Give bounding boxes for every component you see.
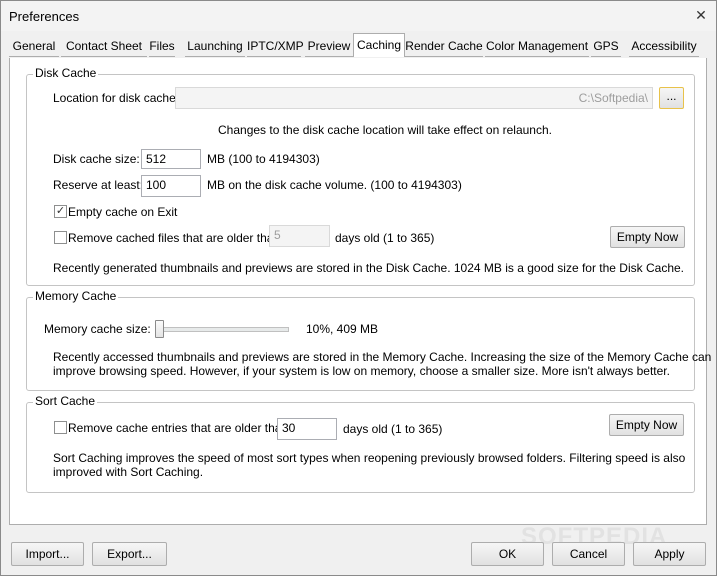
disk-cache-info: Recently generated thumbnails and previe… bbox=[53, 261, 684, 275]
memory-cache-size-readout: 10%, 409 MB bbox=[306, 322, 379, 336]
tab-preview[interactable]: Preview bbox=[305, 36, 353, 57]
tab-caching[interactable]: Caching bbox=[353, 33, 405, 57]
disk-cache-days-input[interactable]: 5 bbox=[269, 225, 330, 247]
sort-cache-group: Sort Cache Remove cache entries that are… bbox=[26, 394, 695, 493]
disk-cache-size-input[interactable]: 512 bbox=[141, 149, 201, 169]
memory-cache-size-label: Memory cache size: bbox=[44, 322, 151, 336]
memory-cache-info-line1: Recently accessed thumbnails and preview… bbox=[53, 350, 712, 364]
empty-on-exit-label: Empty cache on Exit bbox=[68, 205, 178, 219]
relaunch-note: Changes to the disk cache location will … bbox=[218, 123, 552, 137]
remove-cached-files-checkbox[interactable] bbox=[54, 231, 67, 244]
title-bar: Preferences ✕ bbox=[1, 1, 716, 31]
sort-cache-days-unit: days old (1 to 365) bbox=[343, 422, 443, 436]
cancel-button[interactable]: Cancel bbox=[552, 542, 625, 566]
apply-button[interactable]: Apply bbox=[633, 542, 706, 566]
close-button[interactable]: ✕ bbox=[691, 5, 711, 25]
memory-cache-group: Memory Cache Memory cache size: 10%, 409… bbox=[26, 289, 711, 391]
tab-contact-sheet[interactable]: Contact Sheet bbox=[61, 36, 147, 57]
disk-cache-size-unit: MB (100 to 4194303) bbox=[207, 152, 320, 166]
tab-accessibility[interactable]: Accessibility bbox=[629, 36, 699, 57]
sort-cache-title: Sort Cache bbox=[33, 394, 98, 408]
remove-cached-files-label: Remove cached files that are older than bbox=[68, 231, 281, 245]
close-icon: ✕ bbox=[695, 7, 707, 23]
tab-files[interactable]: Files bbox=[149, 36, 175, 57]
sort-cache-days-input[interactable]: 30 bbox=[277, 418, 337, 440]
tab-render-cache[interactable]: Render Cache bbox=[405, 36, 483, 57]
memory-cache-slider[interactable] bbox=[155, 320, 164, 338]
import-button[interactable]: Import... bbox=[11, 542, 84, 566]
browse-location-button[interactable]: ... bbox=[659, 87, 684, 109]
tab-general[interactable]: General bbox=[9, 36, 59, 57]
export-button[interactable]: Export... bbox=[92, 542, 167, 566]
tab-iptc-xmp[interactable]: IPTC/XMP bbox=[247, 36, 304, 57]
disk-cache-title: Disk Cache bbox=[33, 66, 99, 80]
disk-cache-size-label: Disk cache size: bbox=[53, 152, 140, 166]
tab-color-management[interactable]: Color Management bbox=[485, 36, 589, 57]
sort-cache-info-line1: Sort Caching improves the speed of most … bbox=[53, 451, 686, 465]
checkmark-icon: ✓ bbox=[55, 205, 66, 217]
sort-cache-info-line2: improved with Sort Caching. bbox=[53, 465, 204, 479]
reserve-input[interactable]: 100 bbox=[141, 175, 201, 197]
reserve-unit: MB on the disk cache volume. (100 to 419… bbox=[207, 178, 462, 192]
preferences-window: Preferences ✕ General Contact Sheet File… bbox=[0, 0, 717, 576]
remove-cache-entries-label: Remove cache entries that are older than bbox=[68, 421, 289, 435]
disk-cache-empty-now-button[interactable]: Empty Now bbox=[610, 226, 685, 248]
window-title: Preferences bbox=[9, 9, 80, 24]
sort-cache-empty-now-button[interactable]: Empty Now bbox=[609, 414, 684, 436]
disk-cache-location-field[interactable]: C:\Softpedia\ bbox=[175, 87, 653, 109]
memory-cache-title: Memory Cache bbox=[33, 289, 119, 303]
disk-cache-days-unit: days old (1 to 365) bbox=[335, 231, 435, 245]
tab-launching[interactable]: Launching bbox=[185, 36, 245, 57]
location-label: Location for disk cache: bbox=[53, 91, 180, 105]
tab-gps[interactable]: GPS bbox=[591, 36, 621, 57]
reserve-label: Reserve at least: bbox=[53, 178, 144, 192]
disk-cache-group: Disk Cache Location for disk cache: C:\S… bbox=[26, 66, 695, 286]
caching-panel: Disk Cache Location for disk cache: C:\S… bbox=[9, 58, 711, 525]
empty-on-exit-checkbox[interactable]: ✓ bbox=[54, 205, 67, 218]
memory-cache-slider-track bbox=[157, 327, 289, 332]
memory-cache-info-line2: improve browsing speed. However, if your… bbox=[53, 364, 670, 378]
ok-button[interactable]: OK bbox=[471, 542, 544, 566]
remove-cache-entries-checkbox[interactable] bbox=[54, 421, 67, 434]
